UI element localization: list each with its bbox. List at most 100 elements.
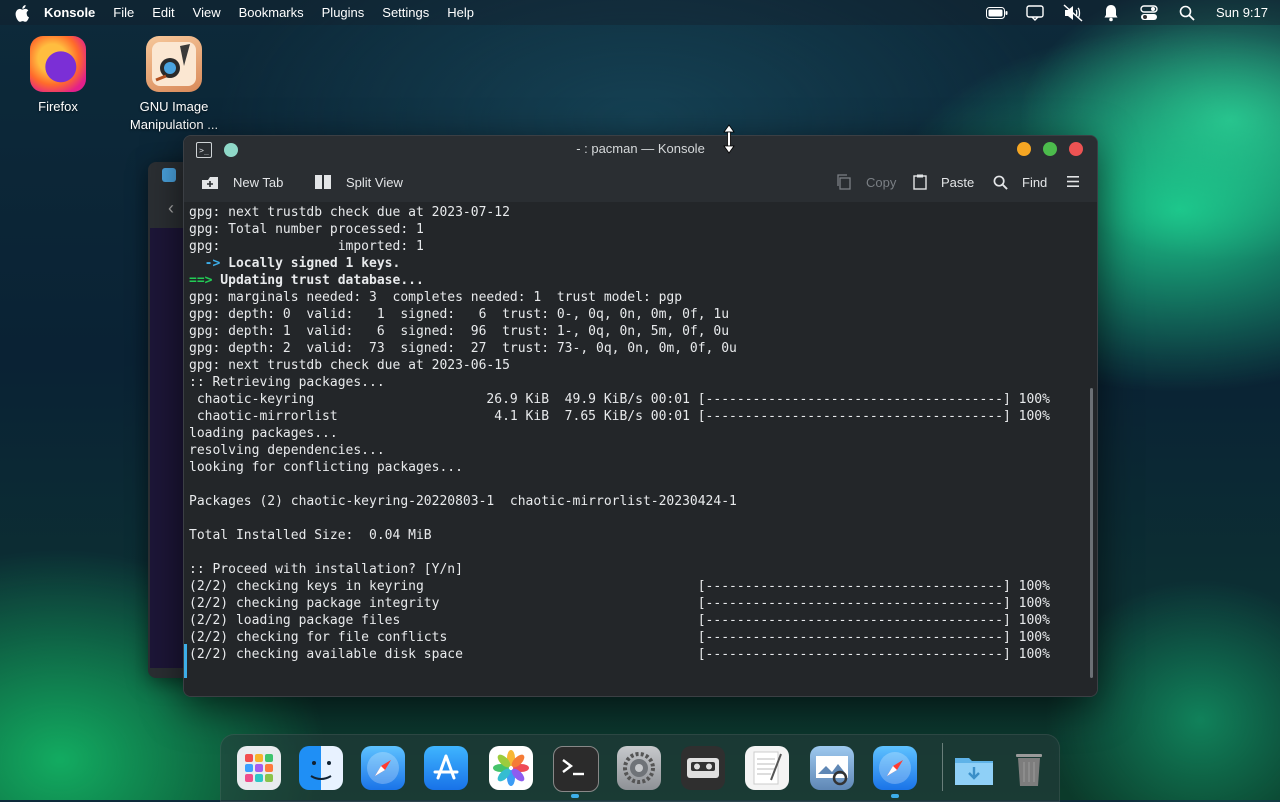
arrow-prefix: ==> xyxy=(189,273,213,288)
terminal-cursor xyxy=(184,644,187,678)
terminal-line: Total Installed Size: 0.04 MiB xyxy=(189,528,432,543)
system-settings-icon[interactable] xyxy=(617,746,661,790)
terminal-line: (2/2) checking keys in keyring [--------… xyxy=(189,579,1050,594)
menu-bar: Konsole File Edit View Bookmarks Plugins… xyxy=(0,0,1280,25)
terminal-line: resolving dependencies... xyxy=(189,443,385,458)
chevron-left-icon[interactable]: ‹ xyxy=(168,198,174,219)
terminal-line: :: Retrieving packages... xyxy=(189,375,385,390)
apple-icon[interactable] xyxy=(14,4,32,22)
new-tab-icon xyxy=(201,174,219,190)
hamburger-menu-button[interactable] xyxy=(1067,162,1079,202)
terminal-line: gpg: depth: 2 valid: 73 signed: 27 trust… xyxy=(189,341,737,356)
safari-icon[interactable] xyxy=(361,746,405,790)
split-view-button[interactable]: Split View xyxy=(314,162,403,202)
close-button[interactable] xyxy=(1069,142,1083,156)
menu-edit[interactable]: Edit xyxy=(152,5,174,20)
app-store-icon[interactable] xyxy=(424,746,468,790)
cassette-icon[interactable] xyxy=(681,746,725,790)
terminal-line-text: Locally signed 1 keys. xyxy=(220,256,401,271)
split-view-label: Split View xyxy=(346,174,403,190)
launchpad-icon[interactable] xyxy=(237,746,281,790)
photos-icon[interactable] xyxy=(489,746,533,790)
firefox-icon xyxy=(30,36,86,92)
menu-help[interactable]: Help xyxy=(447,5,474,20)
paste-button[interactable]: Paste xyxy=(913,162,974,202)
resize-cursor-icon xyxy=(722,124,736,154)
split-view-icon xyxy=(314,174,332,190)
terminal-line: Packages (2) chaotic-keyring-20220803-1 … xyxy=(189,494,737,509)
menu-bookmarks[interactable]: Bookmarks xyxy=(239,5,304,20)
terminal-line: gpg: Total number processed: 1 xyxy=(189,222,424,237)
terminal-line: (2/2) loading package files [-----------… xyxy=(189,613,1050,628)
terminal-line-text: Updating trust database... xyxy=(212,273,424,288)
terminal-line: gpg: depth: 0 valid: 1 signed: 6 trust: … xyxy=(189,307,730,322)
clock[interactable]: Sun 9:17 xyxy=(1216,5,1268,20)
running-indicator xyxy=(891,794,899,798)
copy-label: Copy xyxy=(866,174,897,190)
search-icon xyxy=(993,175,1008,190)
trash-icon[interactable] xyxy=(1007,746,1051,790)
desktop-icon-gimp[interactable]: GNU Image Manipulation ... xyxy=(124,36,224,134)
desktop-icon-label: GNU Image Manipulation ... xyxy=(129,99,219,132)
preview-icon[interactable] xyxy=(810,746,854,790)
arrow-prefix: -> xyxy=(189,256,221,271)
bell-icon[interactable] xyxy=(1100,4,1122,22)
terminal-line: chaotic-keyring 26.9 KiB 49.9 KiB/s 00:0… xyxy=(189,392,1050,407)
safari-icon[interactable] xyxy=(873,746,917,790)
terminal-icon[interactable] xyxy=(553,746,599,792)
battery-icon[interactable] xyxy=(985,4,1008,22)
terminal-line-updating-trust: ==> Updating trust database... xyxy=(189,272,1050,289)
hamburger-menu-icon xyxy=(1067,175,1079,190)
new-tab-button[interactable]: New Tab xyxy=(201,162,283,202)
control-center-icon[interactable] xyxy=(1138,4,1160,22)
paste-icon xyxy=(913,174,927,190)
terminal-line: gpg: imported: 1 xyxy=(189,239,424,254)
menu-file[interactable]: File xyxy=(113,5,134,20)
terminal-line: :: Proceed with installation? [Y/n] xyxy=(189,562,463,577)
dock-separator xyxy=(942,743,943,791)
menu-view[interactable]: View xyxy=(193,5,221,20)
new-tab-label: New Tab xyxy=(233,174,284,190)
find-label: Find xyxy=(1022,174,1048,190)
menu-settings[interactable]: Settings xyxy=(382,5,429,20)
downloads-folder-icon[interactable] xyxy=(952,746,996,790)
terminal-line: gpg: depth: 1 valid: 6 signed: 96 trust:… xyxy=(189,324,730,339)
terminal-line: chaotic-mirrorlist 4.1 KiB 7.65 KiB/s 00… xyxy=(189,409,1050,424)
paste-label: Paste xyxy=(941,174,975,190)
scrollbar[interactable] xyxy=(1090,388,1093,678)
terminal-line: gpg: next trustdb check due at 2023-07-1… xyxy=(189,205,510,220)
finder-icon[interactable] xyxy=(299,746,343,790)
background-window-content xyxy=(150,228,184,668)
toolbar: New Tab Split View Copy Paste Find xyxy=(184,162,1097,202)
maximize-button[interactable] xyxy=(1043,142,1057,156)
desktop-icon-firefox[interactable]: Firefox xyxy=(8,36,108,116)
minimize-button[interactable] xyxy=(1017,142,1031,156)
active-app-name[interactable]: Konsole xyxy=(44,5,95,20)
running-indicator xyxy=(571,794,579,798)
terminal-line: gpg: marginals needed: 3 completes neede… xyxy=(189,290,683,305)
volume-muted-icon[interactable] xyxy=(1062,3,1084,22)
search-icon[interactable] xyxy=(1176,4,1198,22)
terminal-output[interactable]: gpg: next trustdb check due at 2023-07-1… xyxy=(184,202,1097,696)
terminal-line-locally-signed: -> Locally signed 1 keys. xyxy=(189,255,1050,272)
terminal-line: (2/2) checking package integrity [------… xyxy=(189,596,1050,611)
terminal-line: gpg: next trustdb check due at 2023-06-1… xyxy=(189,358,510,373)
notifications-panel-icon[interactable] xyxy=(1024,4,1046,22)
desktop-icon-label: Firefox xyxy=(38,99,78,114)
title-bar[interactable]: >_ - : pacman — Konsole xyxy=(184,136,1097,162)
menu-plugins[interactable]: Plugins xyxy=(322,5,365,20)
find-button[interactable]: Find xyxy=(993,162,1047,202)
dock xyxy=(220,734,1060,802)
terminal-line: looking for conflicting packages... xyxy=(189,460,463,475)
textedit-icon[interactable] xyxy=(745,746,789,790)
konsole-window: >_ - : pacman — Konsole New Tab Split Vi… xyxy=(183,135,1098,697)
terminal-line: (2/2) checking for file conflicts [-----… xyxy=(189,630,1050,645)
copy-button[interactable]: Copy xyxy=(836,162,896,202)
gimp-icon xyxy=(146,36,202,92)
window-title: - : pacman — Konsole xyxy=(576,141,705,156)
terminal-line: (2/2) checking available disk space [---… xyxy=(189,647,1050,662)
copy-icon xyxy=(836,174,852,190)
